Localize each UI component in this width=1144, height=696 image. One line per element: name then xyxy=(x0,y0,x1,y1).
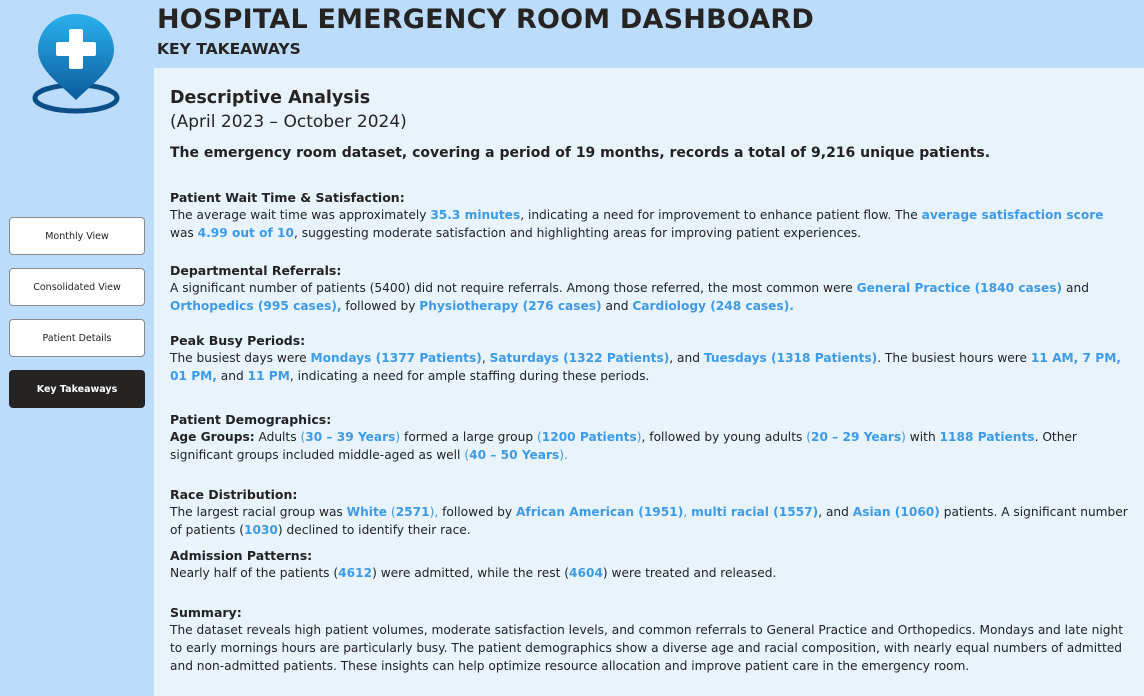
page-title: HOSPITAL EMERGENCY ROOM DASHBOARD xyxy=(157,4,814,35)
page-subtitle: KEY TAKEAWAYS xyxy=(157,40,301,58)
analysis-lead: The emergency room dataset, covering a p… xyxy=(170,145,991,161)
section-heading: Summary: xyxy=(170,605,242,620)
section-heading: Departmental Referrals: xyxy=(170,263,342,278)
sidebar: Monthly View Consolidated View Patient D… xyxy=(0,0,154,696)
section-text: The busiest days were Mondays (1377 Pati… xyxy=(170,351,1121,383)
key-takeaways-button[interactable]: Key Takeaways xyxy=(9,370,145,408)
analysis-period: (April 2023 – October 2024) xyxy=(170,112,407,132)
consolidated-view-button[interactable]: Consolidated View xyxy=(9,268,145,306)
section-text: Age Groups: Adults (30 – 39 Years) forme… xyxy=(170,430,1077,462)
section-heading: Patient Wait Time & Satisfaction: xyxy=(170,190,405,205)
section-text: The dataset reveals high patient volumes… xyxy=(170,623,1123,673)
section-heading: Peak Busy Periods: xyxy=(170,333,306,348)
wait-time-section: Patient Wait Time & Satisfaction: The av… xyxy=(170,189,1130,242)
section-heading: Patient Demographics: xyxy=(170,412,332,427)
analysis-title: Descriptive Analysis xyxy=(170,88,371,108)
admission-section: Admission Patterns: Nearly half of the p… xyxy=(170,547,1130,582)
section-text: The largest racial group was White (2571… xyxy=(170,505,1128,537)
page-header: HOSPITAL EMERGENCY ROOM DASHBOARD KEY TA… xyxy=(154,0,1144,68)
section-text: A significant number of patients (5400) … xyxy=(170,281,1089,313)
summary-section: Summary: The dataset reveals high patien… xyxy=(170,604,1130,675)
section-text: The average wait time was approximately … xyxy=(170,208,1104,240)
patient-details-button[interactable]: Patient Details xyxy=(9,319,145,357)
demographics-section: Patient Demographics: Age Groups: Adults… xyxy=(170,411,1130,464)
race-section: Race Distribution: The largest racial gr… xyxy=(170,486,1130,539)
section-text: Nearly half of the patients (4612) were … xyxy=(170,566,777,580)
takeaways-panel: Descriptive Analysis (April 2023 – Octob… xyxy=(154,68,1144,696)
monthly-view-button[interactable]: Monthly View xyxy=(9,217,145,255)
section-heading: Race Distribution: xyxy=(170,487,298,502)
hospital-location-pin-icon xyxy=(30,12,124,116)
section-heading: Admission Patterns: xyxy=(170,548,313,563)
referrals-section: Departmental Referrals: A significant nu… xyxy=(170,262,1130,315)
peak-periods-section: Peak Busy Periods: The busiest days were… xyxy=(170,332,1130,385)
